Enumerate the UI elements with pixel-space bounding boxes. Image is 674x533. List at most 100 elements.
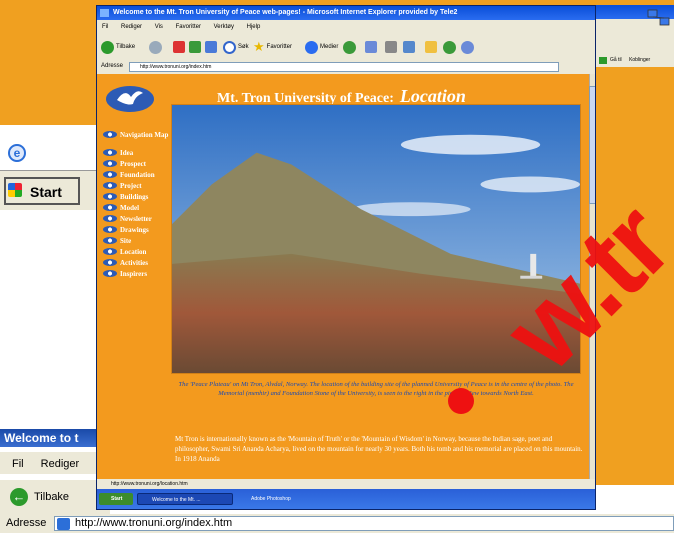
nav-label: Newsletter — [120, 215, 152, 223]
discuss-button[interactable] — [461, 40, 476, 54]
nav-label: Location — [120, 248, 147, 256]
back-label: Tilbake — [116, 44, 136, 50]
nav-bullet-icon — [103, 248, 117, 255]
nav-label: Foundation — [120, 171, 155, 179]
stop-icon — [173, 41, 185, 53]
photo-caption: The 'Peace Plateau' on Mt Tron, Alvdal, … — [178, 381, 574, 397]
zoomed-back-icon[interactable]: ← — [10, 488, 28, 506]
back-button[interactable]: Tilbake — [101, 40, 135, 54]
go-arrow-icon[interactable] — [599, 57, 607, 64]
body-paragraph: Mt Tron is internationally known as the … — [175, 435, 583, 463]
side-navigation: Navigation Map Idea Prospect Foundation … — [102, 130, 172, 280]
address-input[interactable]: http://www.tronuni.org/index.htm — [129, 62, 559, 72]
nav-item-site[interactable]: Site — [102, 236, 172, 247]
discuss-icon — [461, 40, 474, 54]
print-button[interactable] — [385, 40, 397, 54]
nav-item-drawings[interactable]: Drawings — [102, 225, 172, 236]
nav-bullet-icon — [103, 215, 117, 222]
right-address-strip: Gå til Koblinger — [596, 54, 674, 67]
nav-bullet-icon — [103, 160, 117, 167]
start-button[interactable]: Start — [99, 493, 133, 505]
zoomed-back-label[interactable]: Tilbake — [34, 491, 69, 503]
ie-page-icon — [57, 518, 70, 530]
address-bar: Adresse http://www.tronuni.org/index.htm — [97, 60, 595, 73]
back-arrow-icon — [101, 40, 114, 54]
favorites-label: Favoritter — [266, 44, 292, 50]
nav-label: Model — [120, 204, 140, 212]
right-toolbar-strip — [596, 29, 674, 54]
folder-button[interactable] — [425, 40, 437, 54]
menu-file[interactable]: Fil — [102, 24, 108, 30]
media-label: Medier — [320, 44, 339, 50]
mail-button[interactable] — [365, 40, 377, 54]
nav-bullet-icon — [103, 259, 117, 266]
links-button[interactable]: Koblinger — [629, 57, 650, 63]
history-button[interactable] — [343, 40, 358, 54]
forward-button[interactable] — [149, 40, 164, 54]
nav-item-prospect[interactable]: Prospect — [102, 159, 172, 170]
stop-button[interactable] — [173, 40, 185, 54]
zoomed-address-label: Adresse — [6, 517, 47, 529]
status-url: http://www.tronuni.org/location.htm — [111, 481, 188, 487]
home-button[interactable] — [205, 40, 217, 54]
menu-view[interactable]: Vis — [155, 24, 163, 30]
edit-button[interactable] — [403, 40, 415, 54]
mail-icon — [365, 41, 377, 53]
nav-label: Navigation Map — [120, 131, 169, 139]
messenger-button[interactable] — [443, 40, 458, 54]
nav-label: Buildings — [120, 193, 149, 201]
favorites-button[interactable]: ★ Favoritter — [253, 39, 292, 54]
nav-bullet-icon — [103, 171, 117, 178]
nav-item-inspirers[interactable]: Inspirers — [102, 269, 172, 280]
menu-tools[interactable]: Verktøy — [214, 24, 234, 30]
menu-favorites[interactable]: Favoritter — [176, 24, 201, 30]
nav-item-newsletter[interactable]: Newsletter — [102, 214, 172, 225]
nav-item-location[interactable]: Location — [102, 247, 172, 258]
nav-bullet-icon — [103, 131, 117, 138]
ie-title-icon — [100, 9, 109, 17]
refresh-icon — [189, 41, 201, 53]
nav-item-foundation[interactable]: Foundation — [102, 170, 172, 181]
scrollbar-thumb[interactable] — [589, 86, 595, 204]
page-title: Mt. Tron University of Peace: Location — [217, 86, 577, 106]
zoomed-menu-bar: Fil Rediger V — [0, 452, 110, 474]
nav-bullet-icon — [103, 149, 117, 156]
media-button[interactable]: Medier — [305, 40, 338, 54]
menu-edit[interactable]: Rediger — [121, 24, 142, 30]
folder-icon — [425, 41, 437, 53]
ie-desktop-icon[interactable]: e — [8, 144, 26, 162]
zoomed-menu-file[interactable]: Fil — [12, 458, 24, 470]
zoomed-address-input[interactable]: http://www.tronuni.org/index.htm — [54, 516, 674, 531]
nav-item-navigation-map[interactable]: Navigation Map — [102, 130, 172, 148]
nav-item-model[interactable]: Model — [102, 203, 172, 214]
messenger-icon — [443, 40, 456, 54]
home-icon — [205, 41, 217, 53]
edit-icon — [403, 41, 415, 53]
refresh-button[interactable] — [189, 40, 201, 54]
search-button[interactable]: Søk — [223, 40, 249, 54]
nav-label: Project — [120, 182, 142, 190]
page-title-location: Location — [399, 86, 466, 106]
nav-bullet-icon — [103, 237, 117, 244]
nav-item-project[interactable]: Project — [102, 181, 172, 192]
go-button[interactable]: Gå til — [610, 57, 622, 63]
taskbar-window-button[interactable]: Welcome to the Mt. ... — [137, 493, 233, 505]
taskbar-photoshop-button[interactable]: Adobe Photoshop — [237, 493, 317, 505]
nav-label: Site — [120, 237, 132, 245]
zoomed-window-title: Welcome to t — [0, 429, 110, 447]
zoomed-toolbar: ← Tilbake — [0, 480, 110, 514]
status-bar: http://www.tronuni.org/location.htm — [97, 479, 595, 489]
nav-item-idea[interactable]: Idea — [102, 148, 172, 159]
browser-window: Welcome to the Mt. Tron University of Pe… — [96, 5, 596, 510]
university-logo — [106, 86, 154, 112]
nav-label: Inspirers — [120, 270, 148, 278]
address-label: Adresse — [101, 63, 124, 69]
zoomed-menu-edit[interactable]: Rediger — [41, 458, 80, 470]
zoomed-address-value: http://www.tronuni.org/index.htm — [75, 517, 233, 529]
nav-item-buildings[interactable]: Buildings — [102, 192, 172, 203]
network-icon — [647, 9, 670, 26]
media-icon — [305, 40, 318, 54]
menu-help[interactable]: Hjelp — [247, 24, 261, 30]
nav-item-activities[interactable]: Activities — [102, 258, 172, 269]
star-icon: ★ — [253, 39, 265, 54]
